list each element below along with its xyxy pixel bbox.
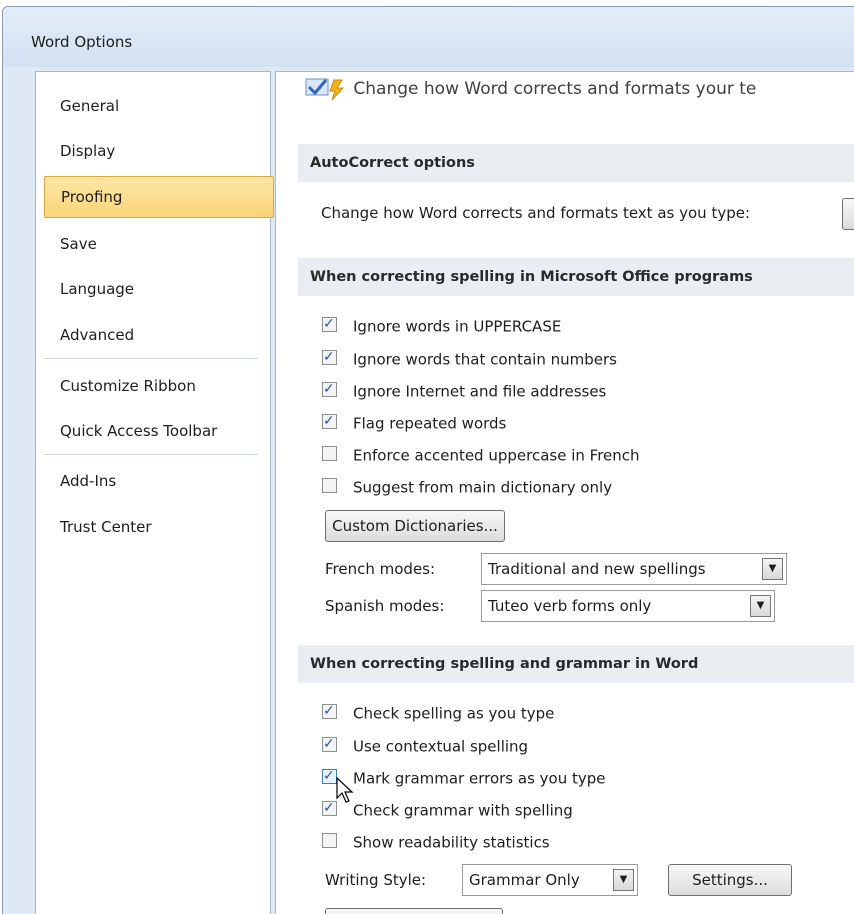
autocorrect-section-heading: AutoCorrect options (298, 144, 854, 182)
suggest-main-dictionary-checkbox[interactable] (322, 478, 337, 493)
readability-statistics-label: Show readability statistics (353, 833, 550, 852)
writing-style-select[interactable]: Grammar Only ▼ (462, 864, 638, 896)
sidebar-item-proofing[interactable]: Proofing (44, 176, 274, 218)
proofing-check-icon (304, 76, 348, 102)
suggest-main-dictionary-option[interactable]: Suggest from main dictionary only (322, 476, 612, 498)
panel-header-text: Change how Word corrects and formats you… (353, 79, 757, 99)
chevron-down-icon[interactable]: ▼ (762, 558, 783, 580)
enforce-accented-french-option[interactable]: Enforce accented uppercase in French (322, 444, 640, 466)
french-modes-value: Traditional and new spellings (488, 560, 706, 578)
ignore-internet-addresses-option[interactable]: ✓ Ignore Internet and file addresses (322, 380, 606, 402)
sidebar-item-display[interactable]: Display (44, 132, 272, 170)
autocorrect-options-button[interactable] (842, 198, 854, 230)
flag-repeated-words-label: Flag repeated words (353, 414, 507, 433)
check-spelling-option[interactable]: ✓ Check spelling as you type (322, 702, 554, 724)
recheck-document-button[interactable] (325, 908, 503, 914)
proofing-panel: Change how Word corrects and formats you… (275, 71, 854, 914)
spanish-modes-value: Tuteo verb forms only (488, 597, 652, 615)
contextual-spelling-option[interactable]: ✓ Use contextual spelling (322, 735, 528, 757)
word-options-window: Word Options General Display Proofing Sa… (2, 6, 854, 914)
enforce-accented-french-label: Enforce accented uppercase in French (353, 446, 640, 465)
french-modes-label: French modes: (325, 560, 436, 578)
french-modes-select[interactable]: Traditional and new spellings ▼ (481, 553, 787, 585)
check-grammar-checkbox[interactable]: ✓ (322, 800, 337, 816)
check-grammar-label: Check grammar with spelling (353, 801, 573, 820)
ignore-numbers-checkbox[interactable]: ✓ (322, 349, 337, 365)
writing-style-label: Writing Style: (325, 871, 427, 889)
mouse-cursor-icon (336, 777, 354, 803)
ignore-uppercase-checkbox[interactable]: ✓ (322, 316, 337, 332)
mark-grammar-errors-label: Mark grammar errors as you type (353, 769, 606, 788)
contextual-spelling-checkbox[interactable]: ✓ (322, 736, 337, 752)
check-grammar-option[interactable]: ✓ Check grammar with spelling (322, 799, 573, 821)
mark-grammar-errors-option[interactable]: ✓ Mark grammar errors as you type (322, 767, 606, 789)
sidebar-item-language[interactable]: Language (44, 270, 272, 308)
check-spelling-label: Check spelling as you type (353, 704, 555, 723)
enforce-accented-french-checkbox[interactable] (322, 446, 337, 461)
sidebar-divider (44, 358, 258, 360)
ignore-uppercase-option[interactable]: ✓ Ignore words in UPPERCASE (322, 315, 561, 337)
flag-repeated-words-checkbox[interactable]: ✓ (322, 413, 337, 429)
word-spelling-section-heading: When correcting spelling and grammar in … (298, 645, 854, 683)
ignore-uppercase-label: Ignore words in UPPERCASE (353, 317, 562, 336)
writing-style-value: Grammar Only (469, 871, 580, 889)
ignore-internet-addresses-checkbox[interactable]: ✓ (322, 381, 337, 397)
panel-header: Change how Word corrects and formats you… (304, 76, 756, 102)
ignore-internet-addresses-label: Ignore Internet and file addresses (353, 382, 607, 401)
sidebar-item-add-ins[interactable]: Add-Ins (44, 462, 272, 500)
chevron-down-icon[interactable]: ▼ (750, 595, 771, 617)
settings-button[interactable]: Settings... (668, 864, 792, 896)
check-spelling-checkbox[interactable]: ✓ (322, 703, 337, 719)
sidebar-item-general[interactable]: General (44, 87, 272, 125)
suggest-main-dictionary-label: Suggest from main dictionary only (353, 478, 613, 497)
custom-dictionaries-button[interactable]: Custom Dictionaries... (325, 510, 505, 542)
flag-repeated-words-option[interactable]: ✓ Flag repeated words (322, 412, 506, 434)
sidebar-divider (44, 454, 258, 456)
readability-statistics-option[interactable]: Show readability statistics (322, 831, 550, 853)
window-title: Word Options (31, 33, 133, 51)
readability-statistics-checkbox[interactable] (322, 833, 337, 848)
title-bar: Word Options (3, 7, 854, 67)
chevron-down-icon[interactable]: ▼ (613, 869, 634, 891)
mark-grammar-errors-checkbox[interactable]: ✓ (322, 768, 337, 784)
contextual-spelling-label: Use contextual spelling (353, 737, 529, 756)
sidebar-item-customize-ribbon[interactable]: Customize Ribbon (44, 367, 272, 405)
sidebar: General Display Proofing Save Language A… (35, 71, 274, 914)
spanish-modes-label: Spanish modes: (325, 597, 445, 615)
office-spelling-section-heading: When correcting spelling in Microsoft Of… (298, 258, 854, 296)
sidebar-item-advanced[interactable]: Advanced (44, 316, 272, 354)
sidebar-item-save[interactable]: Save (44, 225, 272, 263)
sidebar-item-quick-access-toolbar[interactable]: Quick Access Toolbar (44, 412, 272, 450)
spanish-modes-select[interactable]: Tuteo verb forms only ▼ (481, 590, 775, 622)
ignore-numbers-option[interactable]: ✓ Ignore words that contain numbers (322, 348, 617, 370)
autocorrect-description: Change how Word corrects and formats tex… (321, 204, 751, 222)
ignore-numbers-label: Ignore words that contain numbers (353, 350, 617, 369)
sidebar-item-trust-center[interactable]: Trust Center (44, 508, 272, 546)
